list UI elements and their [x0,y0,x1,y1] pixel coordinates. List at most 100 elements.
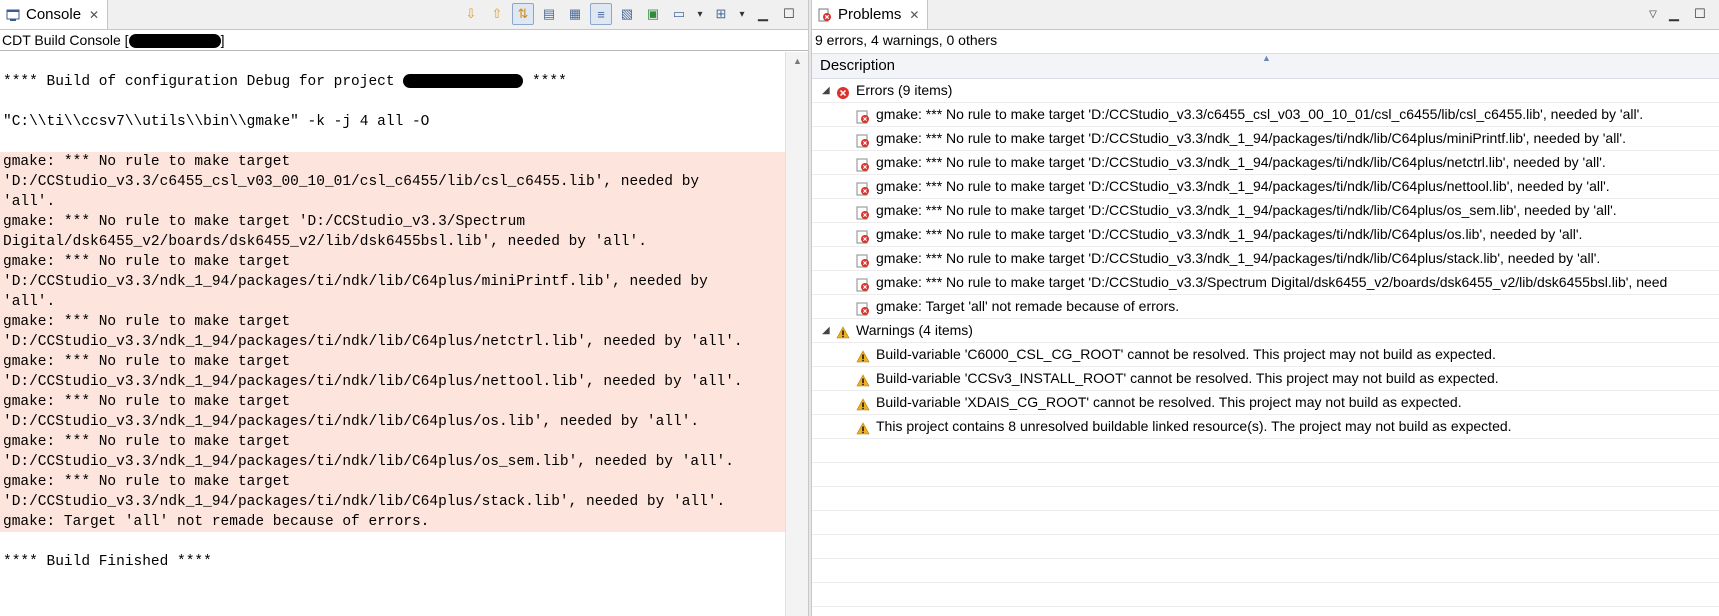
problem-description: Build-variable 'XDAIS_CG_ROOT' cannot be… [876,394,1462,410]
console-line-tail: **** [523,74,567,90]
error-marker-icon [856,132,870,147]
problem-item[interactable]: gmake: Target 'all' not remade because o… [812,295,1719,319]
problem-item[interactable]: gmake: *** No rule to make target 'D:/CC… [812,175,1719,199]
console-error-line: 'D:/CCStudio_v3.3/ndk_1_94/packages/ti/n… [0,452,786,472]
problem-description: gmake: *** No rule to make target 'D:/CC… [876,274,1668,290]
problem-description: gmake: Target 'all' not remade because o… [876,298,1180,314]
console-error-line: 'all'. [0,192,786,212]
console-error-line: 'D:/CCStudio_v3.3/c6455_csl_v03_00_10_01… [0,172,786,192]
problem-description: gmake: *** No rule to make target 'D:/CC… [876,202,1617,218]
console-error-line: 'D:/CCStudio_v3.3/ndk_1_94/packages/ti/n… [0,412,786,432]
empty-row [812,559,1719,583]
chevron-down-icon[interactable]: ▾ [736,3,748,25]
chevron-down-icon[interactable]: ▾ [694,3,706,25]
clear-console-icon[interactable]: ▤ [538,3,560,25]
console-line: **** Build Finished **** [3,554,212,570]
console-title: CDT Build Console [] [0,30,808,51]
problem-description: gmake: *** No rule to make target 'D:/CC… [876,250,1601,266]
console-error-line: gmake: *** No rule to make target [0,352,786,372]
error-marker-icon [856,300,870,315]
tab-problems-label: Problems [838,6,902,23]
console-error-line: gmake: *** No rule to make target 'D:/CC… [0,212,786,232]
console-output[interactable]: **** Build of configuration Debug for pr… [0,52,786,616]
console-error-line: gmake: *** No rule to make target [0,472,786,492]
problem-description: gmake: *** No rule to make target 'D:/CC… [876,226,1583,242]
display-console-icon[interactable]: ▭ [668,3,690,25]
close-icon[interactable]: ✕ [89,8,99,22]
problem-item[interactable]: gmake: *** No rule to make target 'D:/CC… [812,127,1719,151]
view-menu-icon[interactable]: ▽ [1647,3,1659,25]
copy-console-icon[interactable]: ▦ [564,3,586,25]
redacted-text [128,34,221,49]
console-icon [6,9,20,21]
problem-description: gmake: *** No rule to make target 'D:/CC… [876,106,1644,122]
console-error-line: Digital/dsk6455_v2/boards/dsk6455_v2/lib… [0,232,786,252]
problem-item[interactable]: This project contains 8 unresolved build… [812,415,1719,439]
console-error-line: 'all'. [0,292,786,312]
empty-row [812,487,1719,511]
chevron-down-icon[interactable]: ◢ [822,319,836,342]
pin-console-icon[interactable]: ▣ [642,3,664,25]
empty-row [812,607,1719,616]
word-wrap-icon[interactable]: ≡ [590,3,612,25]
empty-row [812,463,1719,487]
scroll-up-arrow-icon[interactable]: ▲ [793,56,802,66]
problem-item[interactable]: gmake: *** No rule to make target 'D:/CC… [812,103,1719,127]
console-line: "C:\\ti\\ccsv7\\utils\\bin\\gmake" -k -j… [3,114,430,130]
problems-view: Problems ✕ ▽ ▁ ☐ 9 errors, 4 warnings, 0… [812,0,1719,616]
problems-toolbar: ▽ ▁ ☐ [1647,3,1711,25]
console-error-line: 'D:/CCStudio_v3.3/ndk_1_94/packages/ti/n… [0,332,786,352]
maximize-icon[interactable]: ☐ [1689,3,1711,25]
console-error-line: 'D:/CCStudio_v3.3/ndk_1_94/packages/ti/n… [0,492,786,512]
tab-problems[interactable]: Problems ✕ [812,0,929,29]
minimize-icon[interactable]: ▁ [1663,3,1685,25]
column-header-description[interactable]: ▲ Description [812,53,1719,79]
console-view: Console ✕ ⇩ ⇧ ⇅ ▤ ▦ ≡ ▧ ▣ ▭ ▾ ⊞ ▾ ▁ ☐ CD… [0,0,808,616]
problems-icon [818,8,831,21]
scroll-down-icon[interactable]: ⇩ [460,3,482,25]
console-toolbar: ⇩ ⇧ ⇅ ▤ ▦ ≡ ▧ ▣ ▭ ▾ ⊞ ▾ ▁ ☐ [460,3,800,25]
problem-item[interactable]: Build-variable 'CCSv3_INSTALL_ROOT' cann… [812,367,1719,391]
problem-item[interactable]: Build-variable 'C6000_CSL_CG_ROOT' canno… [812,343,1719,367]
problem-description: gmake: *** No rule to make target 'D:/CC… [876,178,1610,194]
tab-console[interactable]: Console ✕ [0,0,109,29]
problems-table: ▲ Description ◢ Errors (9 items) gmake: **… [812,53,1719,616]
tab-console-label: Console [26,6,82,23]
chevron-down-icon[interactable]: ◢ [822,79,836,102]
warning-icon [836,324,850,338]
close-icon[interactable]: ✕ [909,8,919,22]
problems-summary: 9 errors, 4 warnings, 0 others [815,32,998,48]
problems-rows: ◢ Errors (9 items) gmake: *** No rule to m… [812,79,1719,616]
problem-item[interactable]: gmake: *** No rule to make target 'D:/CC… [812,199,1719,223]
empty-row [812,439,1719,463]
console-error-line: gmake: *** No rule to make target [0,392,786,412]
problem-group-error[interactable]: ◢ Errors (9 items) [812,79,1719,103]
problem-item[interactable]: gmake: *** No rule to make target 'D:/CC… [812,247,1719,271]
problem-description: Build-variable 'CCSv3_INSTALL_ROOT' cann… [876,370,1499,386]
maximize-icon[interactable]: ☐ [778,3,800,25]
scroll-lock-icon[interactable]: ⇅ [512,3,534,25]
problem-item[interactable]: gmake: *** No rule to make target 'D:/CC… [812,223,1719,247]
minimize-icon[interactable]: ▁ [752,3,774,25]
remove-launch-icon[interactable]: ▧ [616,3,638,25]
error-marker-icon [856,156,870,171]
empty-row [812,535,1719,559]
console-scrollbar[interactable]: ▲ [785,52,808,616]
scroll-up-icon[interactable]: ⇧ [486,3,508,25]
console-error-line: gmake: *** No rule to make target [0,432,786,452]
problem-description: This project contains 8 unresolved build… [876,418,1512,434]
problem-group-label: Errors (9 items) [856,82,953,98]
problem-item[interactable]: Build-variable 'XDAIS_CG_ROOT' cannot be… [812,391,1719,415]
error-marker-icon [856,252,870,267]
console-line: **** Build of configuration Debug for pr… [3,74,567,90]
new-console-icon[interactable]: ⊞ [710,3,732,25]
problem-group-warning[interactable]: ◢ Warnings (4 items) [812,319,1719,343]
warning-icon [856,348,870,362]
empty-row [812,583,1719,607]
problem-item[interactable]: gmake: *** No rule to make target 'D:/CC… [812,151,1719,175]
problem-item[interactable]: gmake: *** No rule to make target 'D:/CC… [812,271,1719,295]
error-marker-icon [856,108,870,123]
